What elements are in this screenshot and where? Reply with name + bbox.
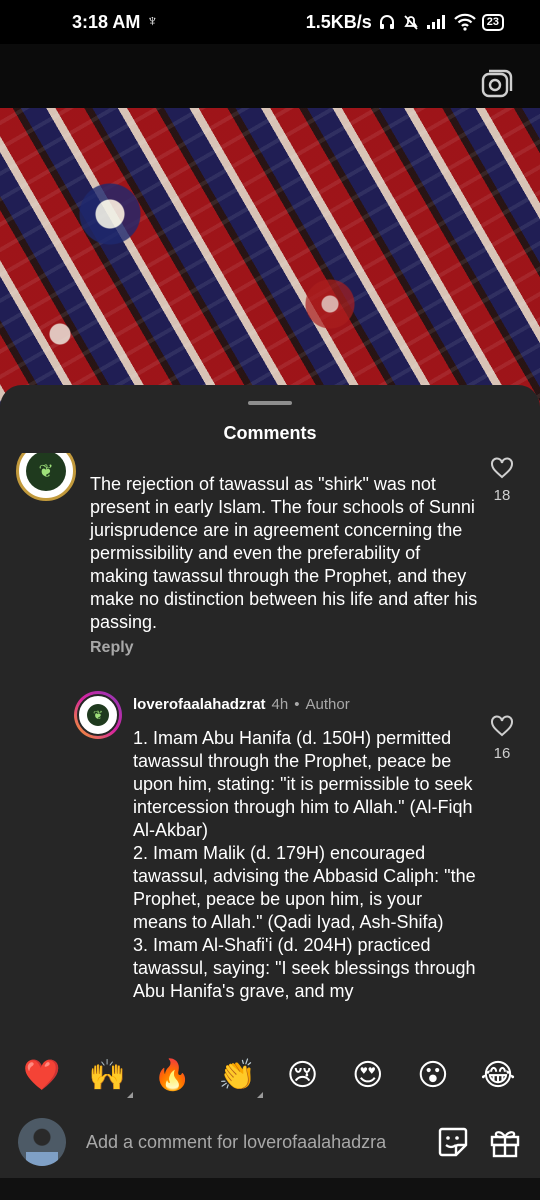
skin-tone-indicator xyxy=(257,1092,264,1098)
skin-tone-indicator xyxy=(127,1092,134,1098)
comment-2-time: 4h xyxy=(271,696,289,713)
signal-icon xyxy=(426,15,445,29)
post-image-top-shade xyxy=(0,44,540,108)
heart-icon[interactable] xyxy=(490,715,514,737)
comment-2-line: 3. Imam Al-Shafi'i (d. 204H) practiced t… xyxy=(133,935,476,1001)
user-avatar[interactable] xyxy=(18,1118,66,1166)
surprised-face-emoji[interactable]: 😮 xyxy=(413,1056,453,1096)
battery-indicator: 23 xyxy=(481,13,504,31)
reply-button[interactable]: Reply xyxy=(90,639,134,657)
comment-input[interactable]: Add a comment for loverofaalahadzra xyxy=(86,1132,418,1153)
sheet-title: Comments xyxy=(223,423,317,443)
comment-1-like[interactable]: 18 xyxy=(484,457,520,504)
status-right-group: 1.5KB/s 23 xyxy=(306,12,504,33)
usb-icon: ♆ xyxy=(146,13,159,30)
comments-list[interactable]: ❦ The rejection of tawassul as "shirk" w… xyxy=(0,453,540,1045)
comments-sheet: Comments ❦ The rejection of tawassul as … xyxy=(0,385,540,1200)
emoji-reaction-bar: ❤️ 🙌 🔥 👏 😢 😍 😮 😂 xyxy=(0,1045,540,1107)
comment-1-like-count: 18 xyxy=(493,487,511,504)
heart-icon[interactable] xyxy=(490,457,514,479)
headphones-icon xyxy=(379,15,394,29)
mute-bell-icon xyxy=(404,15,418,30)
net-speed: 1.5KB/s xyxy=(305,11,372,32)
comment-2-line: 1. Imam Abu Hanifa (d. 150H) permitted t… xyxy=(133,728,473,840)
leaf-emblem-icon: ❦ xyxy=(26,453,66,491)
camera-icon[interactable] xyxy=(480,68,514,102)
clapping-hands-emoji[interactable]: 👏 xyxy=(217,1056,264,1098)
gift-icon[interactable] xyxy=(488,1125,522,1159)
comment-2-username[interactable]: loverofaalahadzrat xyxy=(133,696,266,713)
drag-handle[interactable] xyxy=(248,401,292,405)
sticker-icon[interactable] xyxy=(436,1125,470,1159)
comment-2-text: 1. Imam Abu Hanifa (d. 150H) permitted t… xyxy=(133,727,478,1003)
comment-1-text: The rejection of tawassul as "shirk" was… xyxy=(90,474,478,632)
status-time: 3:18 AM xyxy=(72,11,141,32)
author-badge: Author xyxy=(305,696,350,713)
system-nav-bar xyxy=(0,1178,540,1200)
crying-face-emoji[interactable]: 😢 xyxy=(283,1056,323,1096)
comment-composer: Add a comment for loverofaalahadzra xyxy=(0,1107,540,1177)
wifi-icon xyxy=(453,13,476,31)
meta-separator: • xyxy=(294,696,300,713)
leaf-emblem-icon: ❦ xyxy=(87,704,109,726)
raising-hands-emoji[interactable]: 🙌 xyxy=(87,1056,134,1098)
comment-2-meta: loverofaalahadzrat 4h • Author xyxy=(133,696,350,713)
comment-1-avatar[interactable]: ❦ xyxy=(16,453,76,501)
post-image xyxy=(0,44,540,444)
comment-2-like-count: 16 xyxy=(493,745,511,762)
status-time-group: 3:18 AM ♆ xyxy=(72,12,158,33)
comment-2-avatar[interactable]: ❦ xyxy=(74,691,122,739)
tears-of-joy-emoji[interactable]: 😂 xyxy=(478,1056,518,1096)
red-heart-emoji[interactable]: ❤️ xyxy=(22,1056,62,1096)
heart-eyes-emoji[interactable]: 😍 xyxy=(348,1056,388,1096)
comment-2-line: 2. Imam Malik (d. 179H) encouraged tawas… xyxy=(133,843,476,932)
comment-2-like[interactable]: 16 xyxy=(484,715,520,762)
status-bar: 3:18 AM ♆ 1.5KB/s 23 xyxy=(0,0,540,44)
fire-emoji[interactable]: 🔥 xyxy=(152,1056,192,1096)
